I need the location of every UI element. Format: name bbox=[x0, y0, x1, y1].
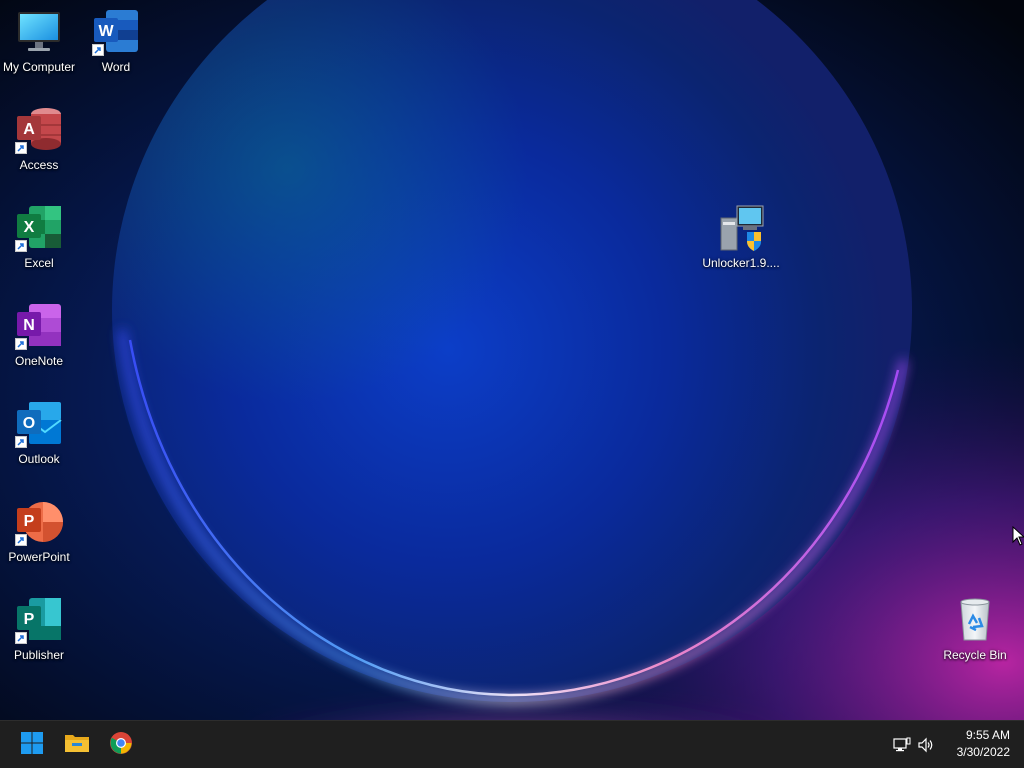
taskbar: 9:55 AM 3/30/2022 bbox=[0, 720, 1024, 768]
svg-text:W: W bbox=[98, 23, 114, 40]
desktop[interactable]: My Computer W Word A Access X Excel N On… bbox=[0, 0, 1024, 720]
shortcut-arrow-icon bbox=[15, 142, 27, 154]
desktop-icon-outlook[interactable]: O Outlook bbox=[0, 400, 78, 466]
shortcut-arrow-icon bbox=[15, 240, 27, 252]
onenote-icon: N bbox=[15, 302, 63, 350]
recycle-bin-icon bbox=[951, 596, 999, 644]
desktop-icon-word[interactable]: W Word bbox=[77, 8, 155, 74]
desktop-icon-recycle-bin[interactable]: Recycle Bin bbox=[936, 596, 1014, 662]
svg-text:N: N bbox=[23, 317, 35, 334]
shortcut-arrow-icon bbox=[15, 534, 27, 546]
desktop-icon-my-computer[interactable]: My Computer bbox=[0, 8, 78, 74]
mouse-cursor-icon bbox=[1012, 525, 1024, 551]
monitor-icon bbox=[15, 8, 63, 56]
volume-icon[interactable] bbox=[916, 735, 936, 755]
powerpoint-icon: P bbox=[15, 498, 63, 546]
desktop-icon-onenote[interactable]: N OneNote bbox=[0, 302, 78, 368]
clock-time: 9:55 AM bbox=[965, 728, 1010, 742]
desktop-icon-label: OneNote bbox=[14, 354, 64, 368]
desktop-icon-label: PowerPoint bbox=[8, 550, 70, 564]
taskbar-file-explorer-button[interactable] bbox=[59, 727, 95, 763]
taskbar-clock[interactable]: 9:55 AM 3/30/2022 bbox=[957, 727, 1010, 761]
desktop-icon-label: Outlook bbox=[18, 452, 60, 466]
installer-icon bbox=[717, 204, 765, 252]
desktop-icon-access[interactable]: A Access bbox=[0, 106, 78, 172]
desktop-icon-powerpoint[interactable]: P PowerPoint bbox=[0, 498, 78, 564]
svg-text:O: O bbox=[23, 415, 35, 432]
access-icon: A bbox=[15, 106, 63, 154]
folder-icon bbox=[64, 732, 90, 759]
chrome-icon bbox=[109, 731, 133, 760]
shortcut-arrow-icon bbox=[92, 44, 104, 56]
shortcut-arrow-icon bbox=[15, 338, 27, 350]
clock-date: 3/30/2022 bbox=[956, 745, 1010, 759]
wallpaper bbox=[0, 0, 1024, 720]
shortcut-arrow-icon bbox=[15, 436, 27, 448]
desktop-icon-label: Publisher bbox=[13, 648, 65, 662]
desktop-icon-label: Excel bbox=[24, 256, 54, 270]
word-icon: W bbox=[92, 8, 140, 56]
desktop-icon-label: Word bbox=[101, 60, 131, 74]
taskbar-chrome-button[interactable] bbox=[103, 727, 139, 763]
shortcut-arrow-icon bbox=[15, 632, 27, 644]
network-icon[interactable] bbox=[892, 735, 912, 755]
windows-start-icon bbox=[20, 731, 44, 760]
desktop-icon-label: My Computer bbox=[2, 60, 76, 74]
desktop-icon-excel[interactable]: X Excel bbox=[0, 204, 78, 270]
svg-text:P: P bbox=[24, 513, 35, 530]
desktop-icon-label: Access bbox=[19, 158, 59, 172]
excel-icon: X bbox=[15, 204, 63, 252]
svg-text:P: P bbox=[24, 611, 35, 628]
start-button[interactable] bbox=[14, 727, 50, 763]
desktop-icon-label: Recycle Bin bbox=[943, 648, 1007, 662]
desktop-icon-unlocker-installer[interactable]: Unlocker1.9.... bbox=[702, 204, 780, 270]
outlook-icon: O bbox=[15, 400, 63, 448]
svg-text:X: X bbox=[24, 219, 35, 236]
svg-text:A: A bbox=[23, 121, 35, 138]
publisher-icon: P bbox=[15, 596, 63, 644]
desktop-icon-publisher[interactable]: P Publisher bbox=[0, 596, 78, 662]
desktop-icon-label: Unlocker1.9.... bbox=[702, 256, 780, 270]
